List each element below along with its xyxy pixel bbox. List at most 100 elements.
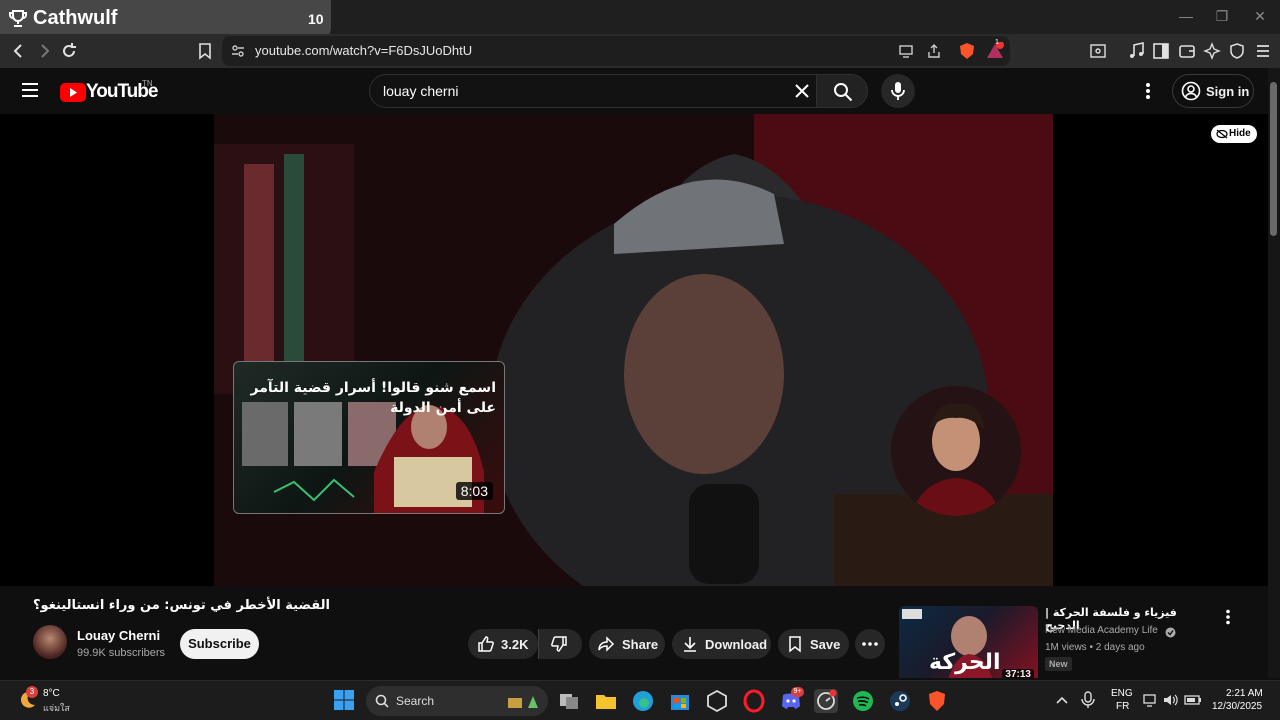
rewards-badge: 1 xyxy=(995,39,999,46)
channel-portrait xyxy=(891,386,1021,516)
dislike-button[interactable] xyxy=(538,629,582,659)
recommended-more-icon[interactable] xyxy=(1225,609,1231,625)
account-icon xyxy=(1181,81,1201,101)
steam-icon[interactable] xyxy=(888,689,912,713)
endscreen-video-card[interactable]: اسمع شنو قالوا! أسرار قضية التآمر على أم… xyxy=(233,361,505,514)
opera-icon[interactable] xyxy=(742,689,766,713)
battery-icon[interactable] xyxy=(1184,693,1202,707)
search-button[interactable] xyxy=(816,74,868,108)
video-player[interactable]: Hide اسمع شنو قالوا! أسرار قضية التآمر ع… xyxy=(0,114,1268,586)
cast-icon[interactable] xyxy=(898,43,914,59)
clock-time[interactable]: 2:21 AM xyxy=(1226,688,1263,699)
spotify-icon[interactable] xyxy=(851,689,875,713)
download-button[interactable]: Download xyxy=(672,629,771,659)
tab-group-pill[interactable]: Cathwulf 10 xyxy=(0,0,331,38)
volume-icon[interactable] xyxy=(1163,693,1179,707)
video-frame[interactable] xyxy=(214,114,1053,586)
active-app-icon[interactable] xyxy=(814,689,838,713)
discord-badge: 9+ xyxy=(791,687,804,697)
sign-in-button[interactable]: Sign in xyxy=(1172,74,1254,108)
share-button[interactable]: Share xyxy=(589,629,665,659)
end-card-duration: 8:03 xyxy=(455,482,493,500)
app-hexagon-icon[interactable] xyxy=(705,689,729,713)
clock-date[interactable]: 12/30/2025 xyxy=(1212,701,1262,712)
trophy-icon xyxy=(8,9,28,29)
recommended-duration: 37:13 xyxy=(1002,669,1034,678)
share-page-icon[interactable] xyxy=(926,43,942,59)
reader-mode-icon[interactable] xyxy=(1089,42,1107,60)
wallet-icon[interactable] xyxy=(1178,42,1196,60)
reload-icon[interactable] xyxy=(60,42,78,60)
verified-icon xyxy=(1165,627,1176,638)
download-icon xyxy=(684,637,696,652)
search-highlight-icon xyxy=(506,692,542,710)
hide-endscreen-button[interactable]: Hide xyxy=(1211,125,1257,143)
more-actions-button[interactable] xyxy=(855,629,885,659)
download-label: Download xyxy=(705,637,768,652)
search-icon xyxy=(375,694,389,708)
recommended-thumb-text: الحركة xyxy=(929,650,1001,675)
settings-more-icon[interactable] xyxy=(1145,82,1151,100)
keyboard-layout[interactable]: FR xyxy=(1116,701,1129,712)
brave-browser-icon[interactable] xyxy=(925,689,949,713)
clear-search-icon[interactable] xyxy=(794,83,810,99)
address-bar[interactable]: youtube.com/watch?v=F6DsJUoDhtU 1 xyxy=(222,36,1010,66)
weather-temp: 8°C xyxy=(43,688,60,699)
vpn-shield-icon[interactable] xyxy=(1228,42,1246,60)
recommended-meta: 1M views • 2 days ago xyxy=(1045,642,1145,653)
input-language[interactable]: ENG xyxy=(1111,688,1133,699)
windows-taskbar: 3 8°C แจ่มใส Search 9+ ENG FR 2:21 AM 12… xyxy=(0,680,1280,720)
url-text: youtube.com/watch?v=F6DsJUoDhtU xyxy=(255,43,473,58)
minimize-button[interactable]: — xyxy=(1176,8,1196,26)
search-input[interactable]: louay cherni xyxy=(369,74,817,108)
edge-browser-icon[interactable] xyxy=(631,689,655,713)
microsoft-store-icon[interactable] xyxy=(668,689,692,713)
browser-titlebar: Cathwulf 10 — ❐ ✕ xyxy=(0,0,1280,38)
end-card-title: اسمع شنو قالوا! أسرار قضية التآمر على أم… xyxy=(250,380,497,416)
show-hidden-icons-icon[interactable] xyxy=(1055,693,1069,707)
page-scrollbar[interactable] xyxy=(1268,68,1280,678)
youtube-page: YouTube TN louay cherni Sign in Hide اسم… xyxy=(0,68,1268,678)
maximize-button[interactable]: ❐ xyxy=(1212,8,1232,26)
task-view-icon[interactable] xyxy=(557,689,581,713)
weather-condition: แจ่มใส xyxy=(43,704,70,714)
menu-icon[interactable] xyxy=(1254,42,1272,60)
youtube-header: YouTube TN louay cherni Sign in xyxy=(0,68,1268,114)
back-icon[interactable] xyxy=(10,42,28,60)
file-explorer-icon[interactable] xyxy=(594,689,618,713)
close-window-button[interactable]: ✕ xyxy=(1250,8,1270,26)
recommended-channel[interactable]: New Media Academy Life xyxy=(1045,625,1158,636)
video-scene xyxy=(214,114,1053,586)
site-settings-icon[interactable] xyxy=(231,44,245,58)
leo-ai-icon[interactable] xyxy=(1203,42,1221,60)
like-count: 3.2K xyxy=(501,637,529,652)
tab-count: 10 xyxy=(308,11,324,27)
channel-name[interactable]: Louay Cherni xyxy=(77,628,160,643)
brave-shields-icon[interactable] xyxy=(958,42,976,60)
scrollbar-thumb[interactable] xyxy=(1270,82,1277,236)
channel-endscreen-avatar[interactable] xyxy=(891,386,1021,516)
guide-menu-icon[interactable] xyxy=(21,82,39,98)
share-icon xyxy=(598,636,615,652)
search-value: louay cherni xyxy=(383,83,459,99)
bookmark-icon[interactable] xyxy=(196,42,214,60)
forward-icon[interactable] xyxy=(35,42,53,60)
windows-start-icon[interactable] xyxy=(333,689,357,713)
save-button[interactable]: Save xyxy=(778,629,849,659)
recommended-thumbnail[interactable]: الحركة 37:13 xyxy=(899,606,1038,678)
microphone-tray-icon[interactable] xyxy=(1081,691,1095,709)
sign-in-label: Sign in xyxy=(1206,84,1250,99)
sidebar-icon[interactable] xyxy=(1152,42,1170,60)
share-label: Share xyxy=(622,637,659,652)
subscribe-button[interactable]: Subscribe xyxy=(180,629,259,659)
eye-off-icon xyxy=(1216,129,1228,139)
channel-avatar[interactable] xyxy=(33,625,67,659)
music-icon[interactable] xyxy=(1128,42,1146,60)
save-label: Save xyxy=(810,637,841,652)
like-button[interactable]: 3.2K xyxy=(468,629,538,659)
taskbar-search[interactable]: Search xyxy=(366,686,548,716)
voice-search-button[interactable] xyxy=(881,74,915,108)
network-icon[interactable] xyxy=(1143,693,1159,707)
save-playlist-icon xyxy=(789,636,801,653)
new-badge: New xyxy=(1045,657,1072,671)
